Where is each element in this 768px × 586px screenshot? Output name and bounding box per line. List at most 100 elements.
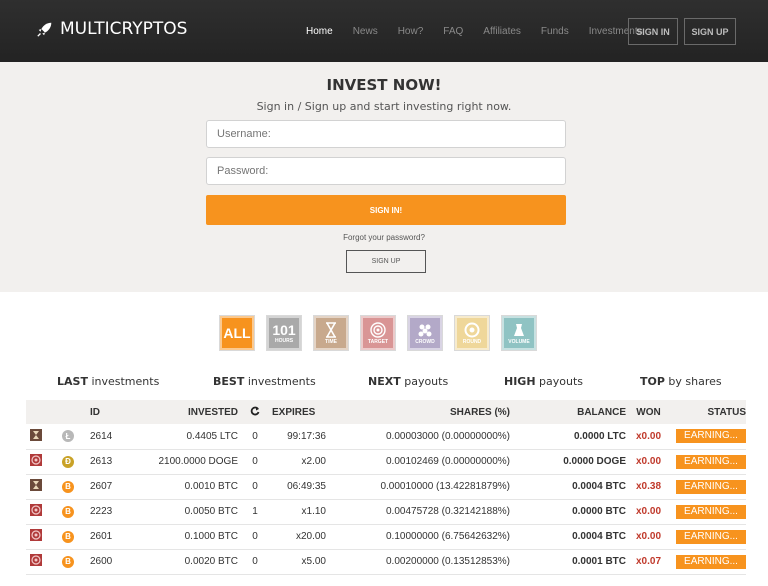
- filter-crowd-label: CROWD: [415, 338, 435, 345]
- header-rounds[interactable]: [238, 400, 272, 424]
- brand-logo[interactable]: MULTICRYPTOS: [36, 19, 187, 39]
- target-icon: [30, 504, 42, 516]
- target-icon: [30, 554, 42, 566]
- row-coin: Ł: [46, 424, 90, 449]
- table-row[interactable]: B 2607 0.0010 BTC 0 06:49:35 0.00010000 (13.4…: [26, 474, 746, 499]
- tab-high-payouts[interactable]: HIGH payouts: [504, 375, 583, 388]
- filter-all-label: ALL: [223, 325, 251, 341]
- tab-next-rest: payouts: [400, 375, 449, 388]
- table-row[interactable]: B 2223 0.0050 BTC 1 x1.10 0.00475728 (0.32142…: [26, 499, 746, 524]
- row-invested: 0.0050 BTC: [184, 506, 238, 517]
- row-won: x0.00: [635, 506, 662, 517]
- tab-top-bold: TOP: [640, 375, 665, 388]
- forgot-password-link[interactable]: Forgot your password?: [0, 233, 768, 242]
- nav-home[interactable]: Home: [306, 26, 333, 37]
- row-invested: 2100.0000 DOGE: [158, 456, 239, 467]
- coin-ltc-icon: Ł: [62, 430, 74, 443]
- nav-affiliates[interactable]: Affiliates: [483, 26, 521, 37]
- header-shares[interactable]: SHARES (%): [334, 400, 510, 424]
- row-shares: 0.00102469 (0.00000000%): [386, 456, 510, 467]
- hero-title: INVEST NOW!: [326, 76, 442, 94]
- row-rounds: 0: [252, 531, 258, 542]
- tab-last-bold: LAST: [57, 375, 88, 388]
- invest-hero: INVEST NOW! Sign in / Sign up and start …: [0, 62, 768, 292]
- row-balance: 0.0000 DOGE: [563, 456, 626, 467]
- coin-btc-icon: B: [62, 505, 74, 518]
- tab-last-investments[interactable]: LAST investments: [57, 375, 159, 388]
- main-nav: Home News How? FAQ Affiliates Funds Inve…: [306, 0, 663, 62]
- row-rounds: 0: [252, 430, 258, 442]
- filter-round-label: ROUND: [462, 338, 482, 345]
- header-signup-button[interactable]: SIGN UP: [684, 18, 736, 45]
- hourglass-icon: [30, 428, 42, 441]
- tab-last-rest: investments: [87, 375, 160, 388]
- coin-doge-icon: Ð: [62, 455, 74, 468]
- tab-next-bold: NEXT: [368, 375, 401, 388]
- row-shares: 0.00010000 (13.42281879%): [380, 481, 510, 492]
- nav-faq[interactable]: FAQ: [443, 26, 463, 37]
- row-shares: 0.00475728 (0.32142188%): [386, 506, 510, 517]
- table-row[interactable]: Ð 2613 2100.0000 DOGE 0 x2.00 0.00102469 (0.0…: [26, 449, 746, 474]
- row-invested: 0.4405 LTC: [186, 430, 238, 442]
- header-won[interactable]: WON: [626, 400, 671, 424]
- row-invested: 0.1000 BTC: [184, 531, 238, 542]
- row-type: [26, 549, 46, 574]
- filter-hours[interactable]: 101 HOURS: [266, 315, 302, 351]
- header-signin-button[interactable]: SIGN IN: [628, 18, 678, 45]
- header-invested[interactable]: INVESTED: [150, 400, 238, 424]
- table-row[interactable]: Ł 2614 0.4405 LTC 0 99:17:36 0.00003000 (0.00…: [26, 424, 746, 449]
- tab-top-by-shares[interactable]: TOP by shares: [640, 375, 722, 388]
- signin-button[interactable]: SIGN IN!: [206, 195, 566, 225]
- status-badge: EARNING...: [676, 479, 746, 494]
- row-id[interactable]: 2613: [90, 449, 150, 474]
- row-coin: Ð: [46, 449, 90, 474]
- row-won: x0.00: [635, 430, 662, 442]
- hero-subtitle: Sign in / Sign up and start investing ri…: [256, 100, 512, 113]
- row-balance: 0.0000 BTC: [572, 506, 626, 517]
- row-won: x0.00: [635, 531, 662, 542]
- header-balance[interactable]: BALANCE: [510, 400, 626, 424]
- row-balance: 0.0000 LTC: [573, 430, 626, 442]
- row-coin: B: [46, 549, 90, 574]
- row-type: [26, 524, 46, 549]
- nav-funds[interactable]: Funds: [541, 26, 569, 37]
- row-balance: 0.0004 BTC: [572, 481, 626, 492]
- password-input[interactable]: [206, 157, 566, 185]
- username-input[interactable]: [206, 120, 566, 148]
- tab-next-payouts[interactable]: NEXT payouts: [368, 375, 448, 388]
- row-id[interactable]: 2223: [90, 499, 150, 524]
- row-id[interactable]: 2601: [90, 524, 150, 549]
- header-expires[interactable]: EXPIRES: [272, 400, 334, 424]
- filter-all[interactable]: ALL: [219, 315, 255, 351]
- table-row[interactable]: B 2600 0.0020 BTC 0 x5.00 0.00200000 (0.13512…: [26, 549, 746, 574]
- row-rounds: 1: [252, 506, 258, 517]
- header-status[interactable]: STATUS: [671, 400, 746, 424]
- target-icon: [30, 454, 42, 466]
- nav-how[interactable]: How?: [398, 26, 424, 37]
- row-won: x0.00: [635, 456, 662, 467]
- row-coin: B: [46, 474, 90, 499]
- row-id[interactable]: 2607: [90, 474, 150, 499]
- nav-news[interactable]: News: [353, 26, 378, 37]
- filter-round[interactable]: ROUND: [454, 315, 490, 351]
- row-id[interactable]: 2600: [90, 549, 150, 574]
- row-id[interactable]: 2614: [90, 424, 150, 449]
- investment-filters: ALL 101 HOURS TIME TARGET CROWD ROUND VO…: [219, 315, 537, 351]
- hero-signup-button[interactable]: SIGN UP: [346, 250, 426, 273]
- filter-volume[interactable]: VOLUME: [501, 315, 537, 351]
- filter-time[interactable]: TIME: [313, 315, 349, 351]
- header-id[interactable]: ID: [90, 400, 150, 424]
- filter-target[interactable]: TARGET: [360, 315, 396, 351]
- hourglass-icon: [326, 321, 336, 338]
- tab-best-investments[interactable]: BEST investments: [213, 375, 316, 388]
- table-row[interactable]: B 2601 0.1000 BTC 0 x20.00 0.10000000 (6.7564…: [26, 524, 746, 549]
- row-invested: 0.0010 BTC: [184, 481, 238, 492]
- row-balance: 0.0001 BTC: [572, 556, 626, 567]
- row-type: [26, 449, 46, 474]
- filter-hours-label: HOURS: [274, 337, 294, 344]
- row-expires: x1.10: [301, 506, 326, 517]
- header-type: [26, 400, 46, 424]
- tab-high-rest: payouts: [535, 375, 584, 388]
- row-shares: 0.00003000 (0.00000000%): [386, 430, 510, 442]
- filter-crowd[interactable]: CROWD: [407, 315, 443, 351]
